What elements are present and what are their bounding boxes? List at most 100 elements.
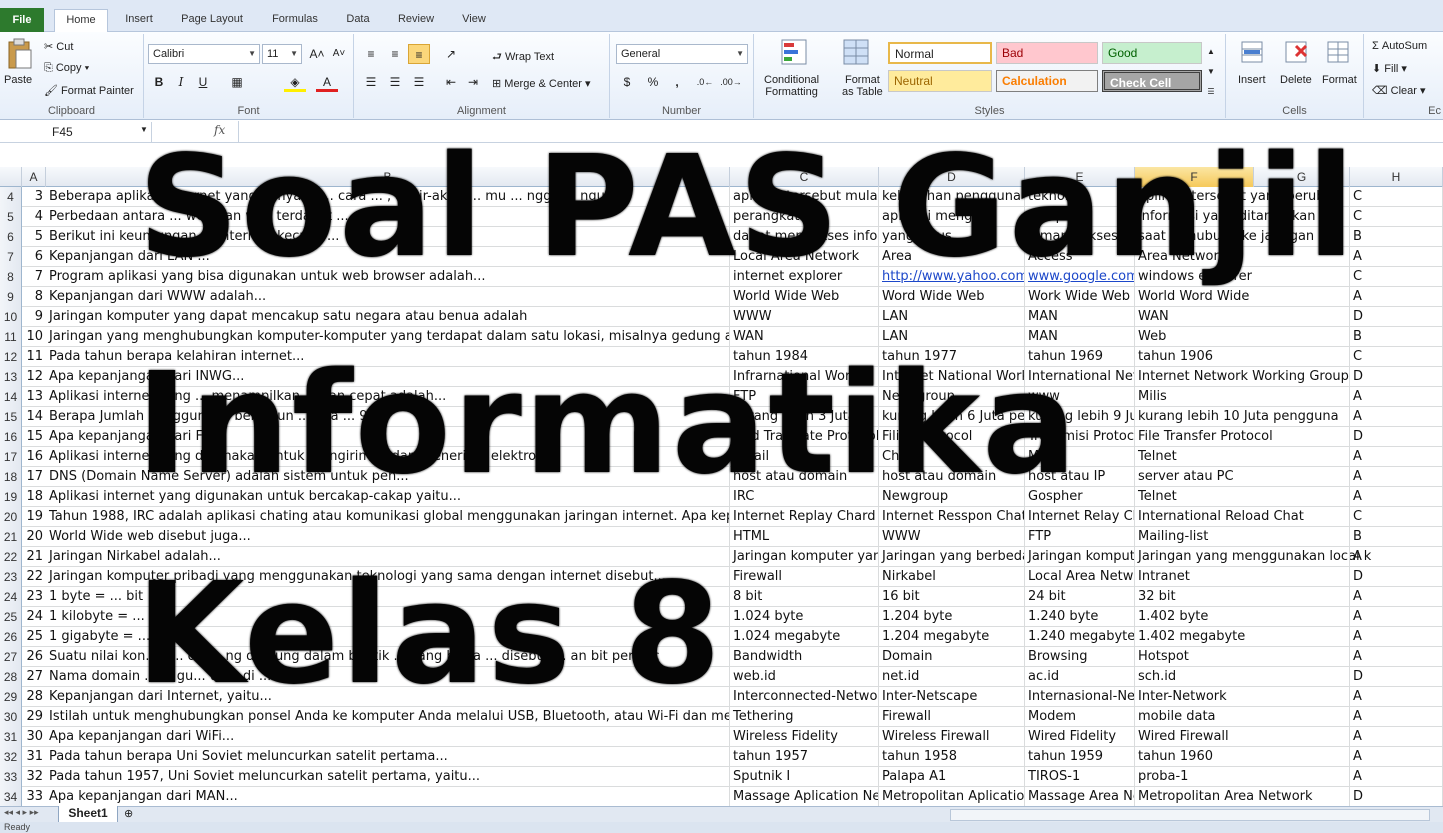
cell-b[interactable]: Apa kepanjangan dari WiFi... xyxy=(46,727,730,747)
cell-a[interactable]: 24 xyxy=(22,607,46,627)
cell-g[interactable] xyxy=(1254,627,1350,647)
cell-a[interactable]: 5 xyxy=(22,227,46,247)
cell-a[interactable]: 25 xyxy=(22,627,46,647)
row-header[interactable]: 25 xyxy=(0,607,22,627)
styles-scroll-down-icon[interactable]: ▼ xyxy=(1204,62,1218,82)
cell-e[interactable]: Internasional-Network xyxy=(1025,687,1135,707)
select-all-corner[interactable] xyxy=(0,167,22,187)
comma-icon[interactable]: , xyxy=(666,72,688,92)
cell-h[interactable]: A xyxy=(1350,767,1443,787)
row-header[interactable]: 13 xyxy=(0,367,22,387)
delete-cells-icon[interactable] xyxy=(1282,38,1310,66)
cell-f[interactable]: kurang lebih 10 Juta pengguna xyxy=(1135,407,1339,427)
font-name-select[interactable]: Calibri ▼ xyxy=(148,44,260,64)
cell-h[interactable]: A xyxy=(1350,587,1443,607)
cell-d[interactable]: 1.204 megabyte xyxy=(879,627,1025,647)
cell-a[interactable]: 15 xyxy=(22,427,46,447)
cell-h[interactable]: D xyxy=(1350,567,1443,587)
cell-h[interactable]: D xyxy=(1350,307,1443,327)
cell-c[interactable]: 1.024 byte xyxy=(730,607,879,627)
cell-b[interactable]: Tahun 1988, IRC adalah aplikasi chating … xyxy=(46,507,730,527)
format-cells-icon[interactable] xyxy=(1324,38,1352,66)
cell-a[interactable]: 22 xyxy=(22,567,46,587)
align-middle-icon[interactable]: ≡ xyxy=(384,44,406,64)
cell-f[interactable]: Mailing-list xyxy=(1135,527,1254,547)
cell-h[interactable]: C xyxy=(1350,267,1443,287)
row-header[interactable]: 15 xyxy=(0,407,22,427)
cell-e[interactable]: tahun 1959 xyxy=(1025,747,1135,767)
font-size-select[interactable]: 11 ▼ xyxy=(262,44,302,64)
cell-e[interactable]: Massage Area Network xyxy=(1025,787,1135,807)
font-color-icon[interactable]: A xyxy=(316,72,338,92)
cell-h[interactable]: A xyxy=(1350,247,1443,267)
cell-g[interactable] xyxy=(1254,567,1350,587)
cell-h[interactable]: B xyxy=(1350,527,1443,547)
conditional-formatting-button[interactable]: Conditional Formatting xyxy=(764,74,819,98)
cell-c[interactable]: Sputnik I xyxy=(730,767,879,787)
cell-a[interactable]: 16 xyxy=(22,447,46,467)
tab-file[interactable]: File xyxy=(0,8,44,32)
cell-a[interactable]: 17 xyxy=(22,467,46,487)
horizontal-scrollbar[interactable] xyxy=(950,809,1430,821)
cut-button[interactable]: ✂ Cut xyxy=(44,40,73,53)
row-header[interactable]: 10 xyxy=(0,307,22,327)
cell-c[interactable]: Massage Aplication Network xyxy=(730,787,879,807)
style-neutral[interactable]: Neutral xyxy=(888,70,992,92)
cell-a[interactable]: 10 xyxy=(22,327,46,347)
decrease-decimal-icon[interactable]: .00→ xyxy=(720,72,742,92)
row-header[interactable]: 33 xyxy=(0,767,22,787)
style-good[interactable]: Good xyxy=(1102,42,1202,64)
merge-center-button[interactable]: ⊞ Merge & Center ▾ xyxy=(492,77,591,90)
border-icon[interactable]: ▦ xyxy=(226,72,248,92)
cell-f[interactable]: Web xyxy=(1135,327,1254,347)
cell-a[interactable]: 12 xyxy=(22,367,46,387)
decrease-indent-icon[interactable]: ⇤ xyxy=(440,72,462,92)
cell-a[interactable]: 19 xyxy=(22,507,46,527)
cell-h[interactable]: D xyxy=(1350,787,1443,807)
cell-f[interactable]: Telnet xyxy=(1135,447,1254,467)
insert-cells-icon[interactable] xyxy=(1238,38,1266,66)
insert-button[interactable]: Insert xyxy=(1238,74,1266,86)
cell-f[interactable]: Milis xyxy=(1135,387,1254,407)
cell-f[interactable]: File Transfer Protocol xyxy=(1135,427,1273,447)
row-header[interactable]: 22 xyxy=(0,547,22,567)
cell-h[interactable]: A xyxy=(1350,387,1443,407)
row-header[interactable]: 16 xyxy=(0,427,22,447)
cell-f[interactable]: Internet Network Working Group xyxy=(1135,367,1349,387)
tab-review[interactable]: Review xyxy=(390,9,442,32)
cell-g[interactable] xyxy=(1254,787,1350,807)
cell-h[interactable]: A xyxy=(1350,747,1443,767)
styles-scroll-up-icon[interactable]: ▲ xyxy=(1204,42,1218,62)
cell-c[interactable]: 8 bit xyxy=(730,587,879,607)
cell-g[interactable] xyxy=(1254,767,1350,787)
cell-f[interactable]: proba-1 xyxy=(1135,767,1254,787)
cell-a[interactable]: 29 xyxy=(22,707,46,727)
cell-f[interactable]: Intranet xyxy=(1135,567,1254,587)
cell-a[interactable]: 4 xyxy=(22,207,46,227)
cell-c[interactable]: Internet Replay Chard xyxy=(730,507,879,527)
cell-a[interactable]: 20 xyxy=(22,527,46,547)
cell-d[interactable]: WWW xyxy=(879,527,1025,547)
cell-a[interactable]: 28 xyxy=(22,687,46,707)
cell-h[interactable]: A xyxy=(1350,547,1443,567)
cell-d[interactable]: Metropolitan Aplication xyxy=(879,787,1025,807)
row-header[interactable]: 32 xyxy=(0,747,22,767)
cell-h[interactable]: A xyxy=(1350,687,1443,707)
cell-a[interactable]: 13 xyxy=(22,387,46,407)
cell-d[interactable]: Internet Resspon Chatting xyxy=(879,507,1025,527)
cell-e[interactable]: Internet Relay Chat xyxy=(1025,507,1135,527)
cell-e[interactable]: Work Wide Web xyxy=(1025,287,1135,307)
cell-f[interactable]: WAN xyxy=(1135,307,1254,327)
copy-button[interactable]: ⎘ Copy ▾ xyxy=(44,62,89,75)
cell-h[interactable]: D xyxy=(1350,427,1443,447)
cell-e[interactable]: MAN xyxy=(1025,307,1135,327)
tab-formulas[interactable]: Formulas xyxy=(262,9,328,32)
cell-d[interactable]: Word Wide Web xyxy=(879,287,1025,307)
cell-h[interactable]: C xyxy=(1350,507,1443,527)
row-header[interactable]: 28 xyxy=(0,667,22,687)
cell-f[interactable]: tahun 1960 xyxy=(1135,747,1254,767)
row-header[interactable]: 5 xyxy=(0,207,22,227)
sheet-tab[interactable]: Sheet1 xyxy=(58,806,118,823)
cell-g[interactable] xyxy=(1254,427,1350,447)
row-header[interactable]: 31 xyxy=(0,727,22,747)
